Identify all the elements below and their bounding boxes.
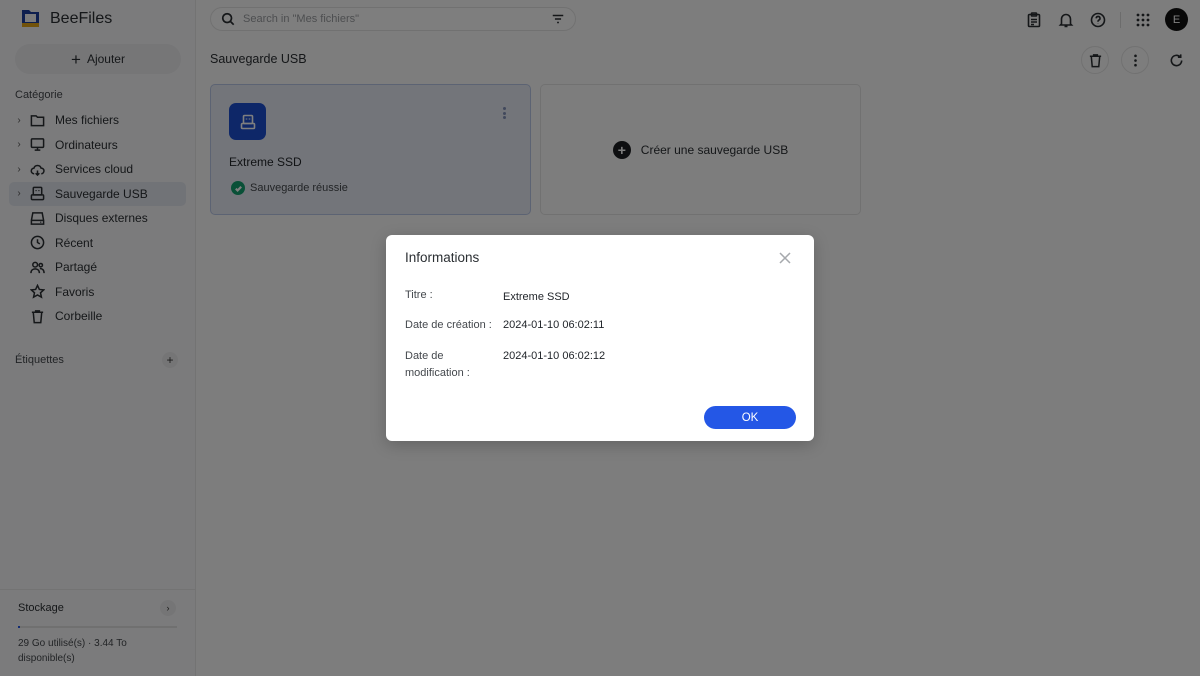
info-value: 2024-01-10 06:02:11 <box>503 319 605 331</box>
dialog-title: Informations <box>405 250 480 265</box>
info-label: Titre : <box>405 289 433 301</box>
info-value: 2024-01-10 06:02:12 <box>503 350 606 362</box>
info-dialog: Informations Titre : Extreme SSD Date de… <box>386 235 814 441</box>
info-row-modified: Date de modification : 2024-01-10 06:02:… <box>405 348 605 382</box>
info-row-title: Titre : Extreme SSD <box>405 287 570 306</box>
close-icon <box>779 252 791 264</box>
info-label: Date de modification : <box>405 350 470 379</box>
ok-button[interactable]: OK <box>704 406 796 429</box>
info-row-created: Date de création : 2024-01-10 06:02:11 <box>405 317 604 334</box>
close-button[interactable] <box>776 249 794 267</box>
info-value: Extreme SSD <box>503 291 570 303</box>
info-label: Date de création : <box>405 319 492 331</box>
